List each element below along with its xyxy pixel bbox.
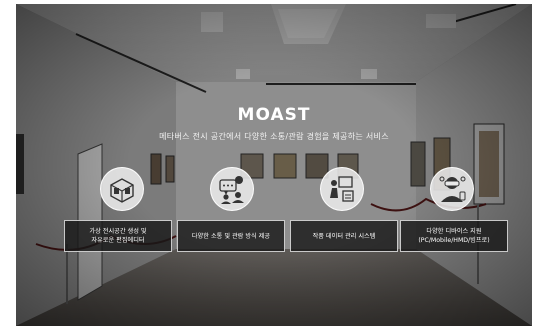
feature-card-communication: 다양한 소통 및 관람 방식 제공: [177, 220, 285, 252]
feature-card-artwork-data: 작품 데이터 관리 시스템: [290, 220, 398, 252]
feature-card-line: (PC/Mobile/HMD/빔프로): [418, 237, 490, 244]
feature-card-line: 가상 전시공간 생성 및: [89, 228, 147, 235]
feature-card-line: 작품 데이터 관리 시스템: [312, 232, 376, 240]
feature-card-line: 다양한 디바이스 지원: [426, 228, 482, 235]
artwork-data-icon: [320, 167, 364, 211]
chat-people-icon: [210, 167, 254, 211]
3d-room-icon: [100, 167, 144, 211]
page-subtitle: 메타버스 전시 공간에서 다양한 소통/관람 경험을 제공하는 서비스: [159, 132, 389, 141]
page-title: MOAST: [237, 105, 311, 125]
vr-headset-icon: [430, 167, 474, 211]
feature-card-line: 다양한 소통 및 관람 방식 제공: [191, 232, 271, 240]
gallery-background-image: [16, 4, 532, 326]
feature-card-devices: 다양한 디바이스 지원 (PC/Mobile/HMD/빔프로): [400, 220, 508, 252]
gallery-hero-banner: MOAST 메타버스 전시 공간에서 다양한 소통/관람 경험을 제공하는 서비…: [16, 4, 532, 326]
feature-card-line: 자유로운 편집에디터: [91, 237, 145, 244]
feature-card-virtual-space: 가상 전시공간 생성 및 자유로운 편집에디터: [64, 220, 172, 252]
